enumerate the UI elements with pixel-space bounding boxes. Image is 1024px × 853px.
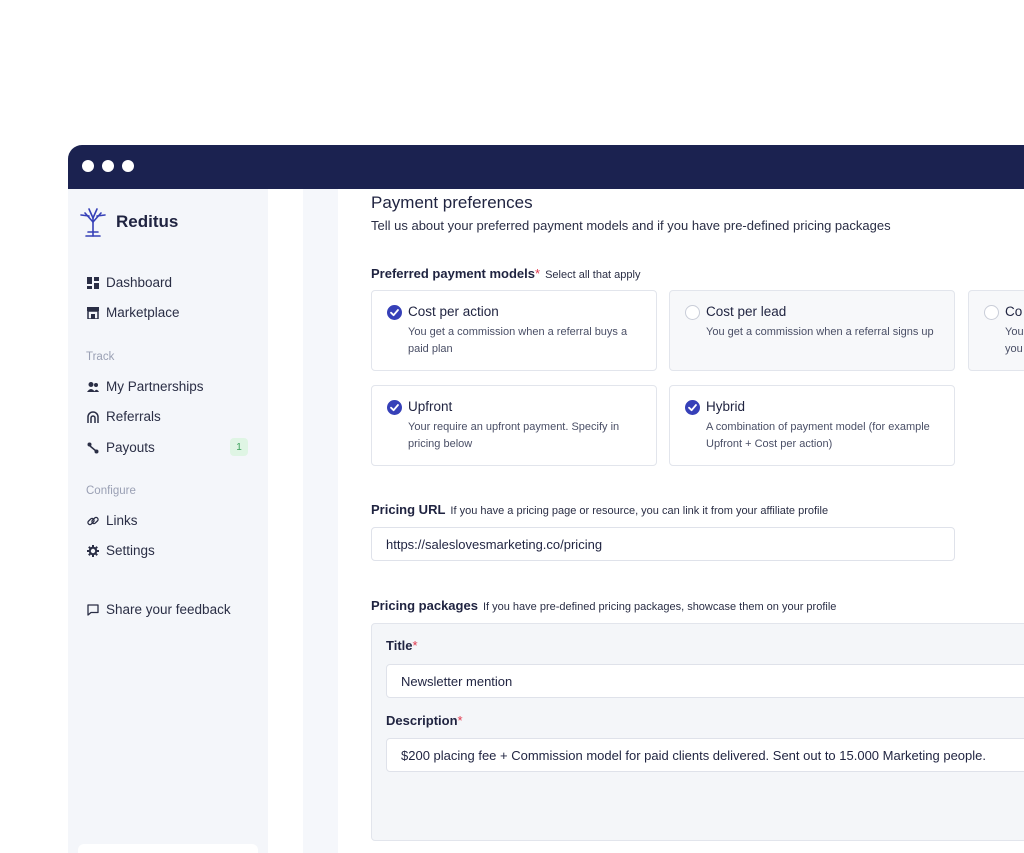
app-window: Reditus Dashboard Marketplace Track My P… [68,145,1024,853]
required-marker: * [535,266,541,281]
pricing-packages-label: Pricing packages If you have pre-defined … [371,598,836,613]
sidebar-item-label: Payouts [106,440,155,455]
card-title: Upfront [408,399,453,414]
window-dot-icon[interactable] [102,160,114,172]
card-description: Your require an upfront payment. Specify… [408,421,620,450]
card-description: A combination of payment model (for exam… [706,421,930,450]
app-name: Reditus [116,212,179,231]
sidebar-item-label: Links [106,513,138,528]
payment-model-card-upfront[interactable]: Upfront Your require an upfront payment.… [371,385,657,466]
sidebar: Reditus Dashboard Marketplace Track My P… [68,189,268,853]
app-logo[interactable]: Reditus [78,206,178,238]
payment-model-card-hybrid[interactable]: Hybrid A combination of payment model (f… [669,385,955,466]
sidebar-item-settings[interactable]: Settings [86,543,155,558]
main-content: Payment preferences Tell us about your p… [338,189,1024,853]
tree-logo-icon [80,208,106,237]
payment-model-card-cost-per-lead[interactable]: Cost per lead You get a commission when … [669,290,955,371]
window-dot-icon[interactable] [122,160,134,172]
content-gutter [303,189,338,853]
pricing-url-label-text: Pricing URL [371,502,446,517]
sidebar-item-my-partnerships[interactable]: My Partnerships [86,379,204,394]
card-title: Hybrid [706,399,746,414]
sidebar-item-feedback[interactable]: Share your feedback [86,602,231,617]
gear-icon [86,544,99,557]
grid-icon [86,276,99,289]
pricing-packages-label-text: Pricing packages [371,598,478,613]
package-title-label-text: Title [386,638,413,653]
payouts-badge: 1 [230,438,248,456]
page-subtitle: Tell us about your preferred payment mod… [371,218,891,233]
card-description: You you [1005,326,1024,355]
unchecked-radio-icon[interactable] [685,305,700,320]
sidebar-item-marketplace[interactable]: Marketplace [86,305,180,320]
sidebar-item-label: Marketplace [106,305,180,320]
page-title: Payment preferences [371,193,533,212]
sidebar-item-label: Share your feedback [106,602,231,617]
window-dot-icon[interactable] [82,160,94,172]
checked-radio-icon[interactable] [387,305,402,320]
pricing-url-hint: If you have a pricing page or resource, … [450,505,829,517]
checked-radio-icon[interactable] [387,400,402,415]
card-title: Cost per lead [706,304,787,319]
link-icon [86,514,99,527]
pricing-url-label: Pricing URL If you have a pricing page or… [371,502,828,517]
sidebar-bottom-card [78,844,258,853]
payment-models-label: Preferred payment models* Select all that… [371,266,640,281]
payment-models-label-text: Preferred payment models [371,266,536,281]
sidebar-item-label: My Partnerships [106,379,204,394]
package-title-input[interactable]: Newsletter mention [386,664,1024,698]
sidebar-item-dashboard[interactable]: Dashboard [86,275,172,290]
window-titlebar [68,145,1024,189]
sidebar-item-label: Referrals [106,409,161,424]
package-description-label-text: Description [386,713,458,728]
pricing-url-input[interactable]: https://saleslovesmarketing.co/pricing [371,527,955,561]
sidebar-item-label: Dashboard [106,275,173,290]
payment-model-card-partial[interactable]: Co You you [968,290,1024,371]
checked-radio-icon[interactable] [685,400,700,415]
sidebar-item-payouts[interactable]: Payouts [86,440,155,455]
card-title: Co [1005,304,1023,319]
unchecked-radio-icon[interactable] [984,305,999,320]
people-icon [86,380,99,393]
payment-models-hint: Select all that apply [545,269,641,281]
pricing-package-card: Title* Newsletter mention Description* $… [371,623,1024,841]
sidebar-item-label: Settings [106,543,155,558]
card-description: You get a commission when a referral buy… [408,326,628,355]
required-marker: * [457,713,463,728]
chat-icon [86,603,99,616]
store-icon [86,306,99,319]
sidebar-item-referrals[interactable]: Referrals [86,409,161,424]
pricing-packages-hint: If you have pre-defined pricing packages… [482,601,837,613]
section-label-configure: Configure [86,485,136,497]
package-description-label: Description* [386,713,463,728]
required-marker: * [412,638,418,653]
card-description: You get a commission when a referral sig… [706,326,934,338]
payout-icon [86,441,99,454]
card-title: Cost per action [408,304,499,319]
sidebar-item-links[interactable]: Links [86,513,138,528]
package-title-label: Title* [386,638,418,653]
package-description-input[interactable]: $200 placing fee + Commission model for … [386,738,1024,772]
section-label-track: Track [86,351,115,363]
payment-model-card-cost-per-action[interactable]: Cost per action You get a commission whe… [371,290,657,371]
referral-icon [86,410,99,423]
